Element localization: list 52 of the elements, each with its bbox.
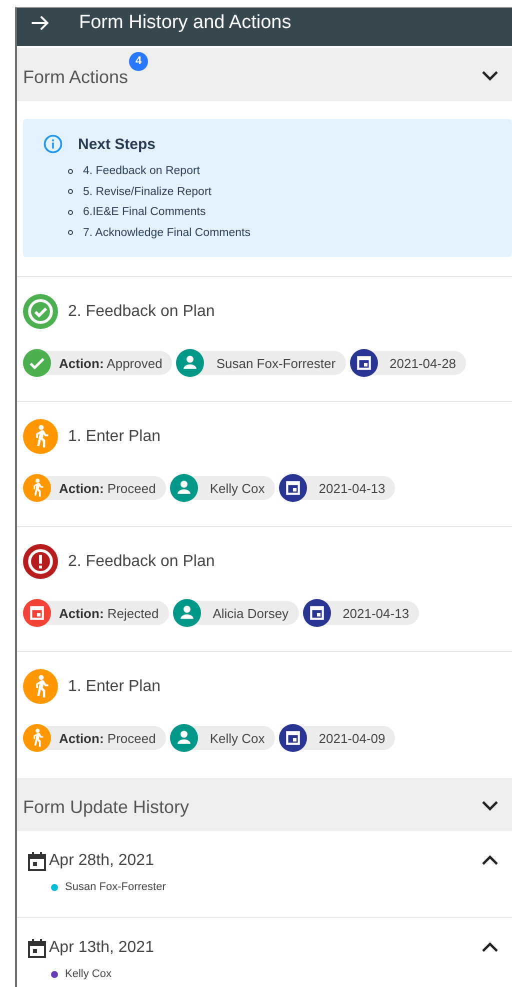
- walking-person-icon: [23, 724, 51, 752]
- info-icon: [42, 133, 64, 155]
- person-icon: [176, 349, 204, 377]
- history-date: Apr 13th, 2021: [49, 939, 155, 957]
- date-label: 2021-04-13: [318, 480, 386, 496]
- date-label: 2021-04-13: [342, 606, 410, 620]
- person-icon: [172, 599, 201, 627]
- date-label: 2021-04-09: [318, 730, 386, 746]
- bullet-icon: [68, 168, 73, 174]
- calendar-icon: [350, 349, 378, 377]
- user-name: Susan Fox-Forrester: [216, 356, 336, 370]
- calendar-icon: [25, 849, 49, 873]
- history-date: Apr 28th, 2021: [49, 852, 155, 870]
- calendar-icon: [25, 936, 49, 960]
- user-name: Kelly Cox: [210, 730, 265, 746]
- calendar-icon: [23, 599, 51, 627]
- action-label: Action: Approved: [59, 356, 162, 370]
- next-step-item: 5. Revise/Finalize Report: [83, 184, 212, 200]
- calendar-icon: [302, 599, 331, 627]
- bullet-icon: [68, 210, 73, 215]
- step-title: 2. Feedback on Plan: [68, 302, 215, 320]
- date-label: 2021-04-28: [390, 356, 456, 370]
- section-title: Form Actions: [23, 66, 128, 88]
- walking-person-icon: [23, 474, 51, 502]
- bullet-icon: [68, 230, 73, 236]
- bullet-icon: [68, 189, 73, 194]
- person-icon: [170, 724, 198, 752]
- alert-icon: [23, 544, 58, 579]
- next-step-item: 6.IE&E Final Comments: [83, 205, 206, 220]
- user-name: Alicia Dorsey: [212, 606, 289, 620]
- step-title: 1. Enter Plan: [68, 428, 160, 446]
- user-name: Kelly Cox: [210, 480, 265, 496]
- step-title: 2. Feedback on Plan: [68, 552, 215, 570]
- walking-person-icon: [23, 669, 58, 704]
- check-icon: [23, 349, 51, 377]
- count-badge: 4: [129, 52, 148, 71]
- window-title: Form History and Actions: [79, 12, 292, 34]
- person-icon: [170, 474, 198, 502]
- next-steps-title: Next Steps: [78, 136, 156, 152]
- walking-person-icon: [23, 419, 58, 454]
- action-label: Action: Rejected: [59, 606, 159, 620]
- next-step-item: 4. Feedback on Report: [83, 164, 200, 179]
- action-label: Action: Proceed: [59, 480, 156, 496]
- action-label: Action: Proceed: [59, 730, 156, 746]
- step-title: 1. Enter Plan: [68, 678, 160, 696]
- user-name: Susan Fox-Forrester: [65, 881, 166, 893]
- check-circle-icon: [23, 294, 58, 329]
- calendar-icon: [278, 724, 307, 752]
- next-step-item: 7. Acknowledge Final Comments: [83, 226, 250, 240]
- calendar-icon: [278, 474, 307, 502]
- user-name: Kelly Cox: [65, 968, 112, 980]
- section-title: Form Update History: [23, 796, 190, 818]
